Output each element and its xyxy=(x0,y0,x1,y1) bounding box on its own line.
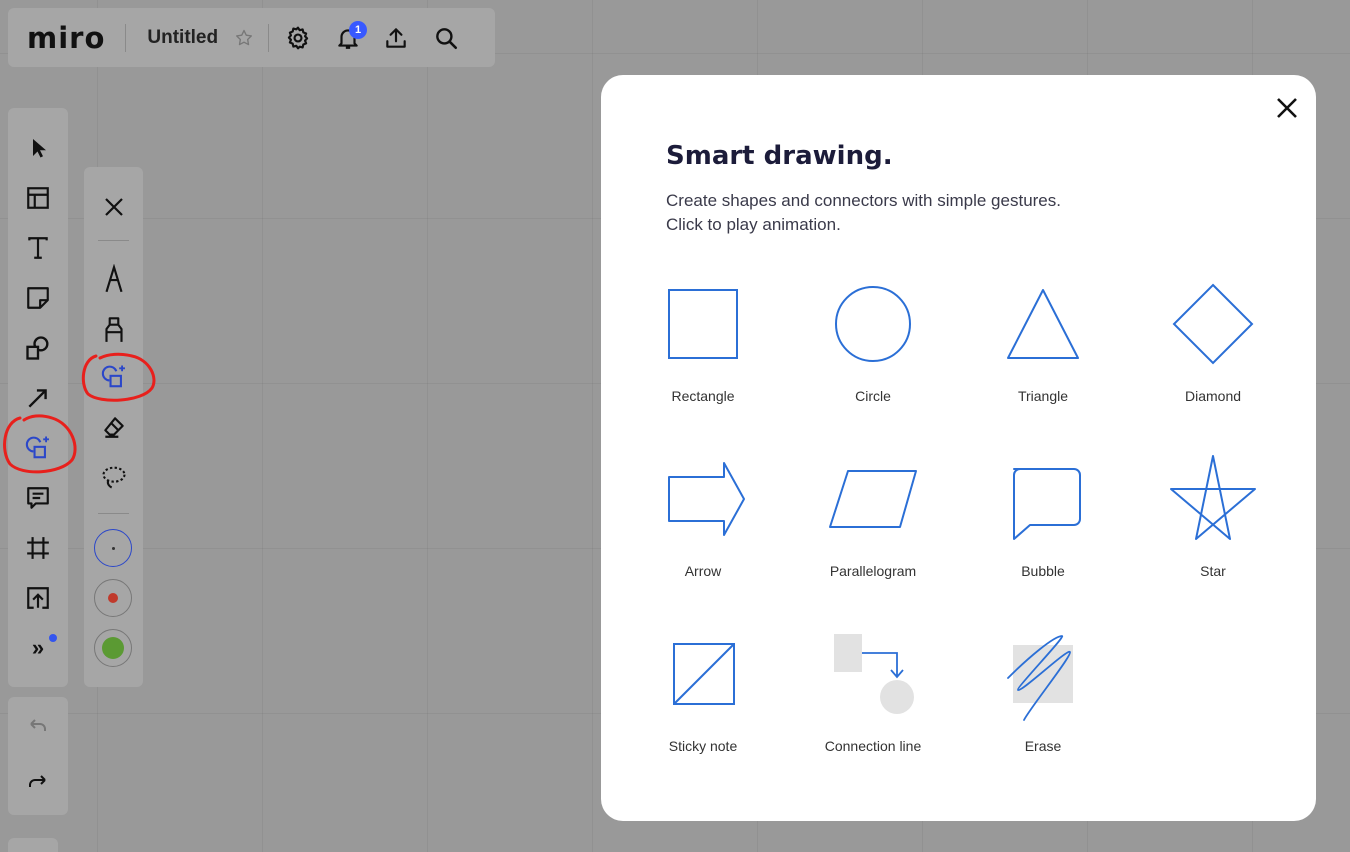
undo-icon[interactable] xyxy=(8,707,68,747)
divider xyxy=(268,23,270,52)
frame-icon[interactable] xyxy=(8,528,68,568)
divider xyxy=(125,23,127,52)
description-line: Click to play animation. xyxy=(666,215,841,234)
erase-scribble-icon xyxy=(1007,635,1073,721)
gesture-parallelogram[interactable]: Parallelogram xyxy=(788,455,958,625)
smart-drawing-icon[interactable] xyxy=(84,357,143,397)
rectangle-icon xyxy=(668,289,738,359)
marker-icon[interactable] xyxy=(84,309,143,349)
gesture-label: Diamond xyxy=(1184,388,1242,404)
gesture-triangle[interactable]: Triangle xyxy=(958,280,1128,450)
divider xyxy=(98,513,129,514)
gesture-sticky-note[interactable]: Sticky note xyxy=(618,630,788,800)
double-chevron-icon[interactable]: » xyxy=(8,628,68,668)
gesture-label: Connection line xyxy=(824,738,922,754)
color-swatch-red[interactable] xyxy=(94,579,132,617)
swatch-dot xyxy=(102,637,124,659)
gesture-label: Erase xyxy=(1024,738,1062,754)
text-icon[interactable] xyxy=(8,228,68,268)
description-line: Create shapes and connectors with simple… xyxy=(666,191,1061,210)
notification-badge: 1 xyxy=(349,20,368,39)
sticky-note-gesture-icon xyxy=(673,643,735,705)
lasso-icon[interactable] xyxy=(84,457,143,497)
modal-title: Smart drawing. xyxy=(666,141,893,171)
layout-icon[interactable] xyxy=(8,178,68,218)
gesture-label: Circle xyxy=(855,388,891,404)
upload-icon[interactable] xyxy=(8,578,68,618)
triangle-icon xyxy=(1007,289,1079,359)
undo-redo-panel xyxy=(8,697,68,815)
gesture-label: Sticky note xyxy=(668,738,738,754)
gesture-label: Rectangle xyxy=(671,388,735,404)
search-icon[interactable] xyxy=(429,21,463,55)
gesture-label: Parallelogram xyxy=(829,563,917,579)
connection-line-icon xyxy=(834,634,914,714)
gesture-label: Triangle xyxy=(1017,388,1069,404)
arrow-shape-icon xyxy=(668,462,745,536)
sticky-note-icon[interactable] xyxy=(8,278,68,318)
gesture-diamond[interactable]: Diamond xyxy=(1128,280,1298,450)
gesture-arrow[interactable]: Arrow xyxy=(618,455,788,625)
miro-logo[interactable]: miro xyxy=(27,21,105,55)
shapes-icon[interactable] xyxy=(8,328,68,368)
arrow-line-icon[interactable] xyxy=(8,378,68,418)
gesture-circle[interactable]: Circle xyxy=(788,280,958,450)
comment-icon[interactable] xyxy=(8,478,68,518)
gesture-label: Bubble xyxy=(1021,563,1065,579)
bubble-icon xyxy=(1013,468,1081,540)
parallelogram-icon xyxy=(829,470,917,528)
bottom-panel xyxy=(8,838,58,852)
smart-drawing-icon[interactable] xyxy=(8,428,68,468)
gear-icon[interactable] xyxy=(281,21,315,55)
redo-icon[interactable] xyxy=(8,763,68,803)
circle-icon xyxy=(835,286,911,362)
swatch-dot xyxy=(108,593,118,603)
bell-icon[interactable]: 1 xyxy=(331,20,368,55)
gesture-connection-line[interactable]: Connection line xyxy=(788,630,958,800)
board-title[interactable]: Untitled xyxy=(147,27,218,49)
new-indicator-dot xyxy=(49,634,57,642)
close-icon[interactable] xyxy=(84,187,143,227)
pen-icon[interactable] xyxy=(84,259,143,299)
upload-share-icon[interactable] xyxy=(379,21,413,55)
gesture-label: Arrow xyxy=(684,563,722,579)
more-tools-label: » xyxy=(31,635,45,660)
pen-subpanel xyxy=(84,167,143,687)
smart-drawing-modal: Smart drawing. Create shapes and connect… xyxy=(601,75,1316,821)
gesture-erase[interactable]: Erase xyxy=(958,630,1128,800)
close-icon[interactable] xyxy=(1273,94,1301,122)
color-swatch-green[interactable] xyxy=(94,629,132,667)
eraser-icon[interactable] xyxy=(84,407,143,447)
gesture-star[interactable]: Star xyxy=(1128,455,1298,625)
star-icon[interactable] xyxy=(232,21,256,55)
gesture-label: Star xyxy=(1200,563,1226,579)
divider xyxy=(98,240,129,241)
gesture-bubble[interactable]: Bubble xyxy=(958,455,1128,625)
main-toolbar: » xyxy=(8,108,68,687)
color-swatch-blue[interactable] xyxy=(94,529,132,567)
star-icon xyxy=(1170,455,1256,540)
swatch-dot xyxy=(111,546,115,550)
gesture-rectangle[interactable]: Rectangle xyxy=(618,280,788,450)
diamond-icon xyxy=(1172,283,1254,365)
cursor-arrow-icon[interactable] xyxy=(8,128,68,168)
top-bar: miro Untitled 1 xyxy=(8,8,495,67)
modal-description: Create shapes and connectors with simple… xyxy=(666,189,1166,237)
